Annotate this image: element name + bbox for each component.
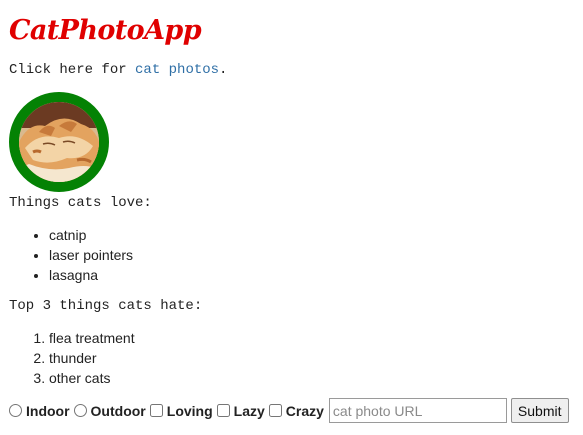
list-item: other cats xyxy=(49,368,135,388)
outdoor-option[interactable]: Outdoor xyxy=(73,402,146,419)
lazy-label: Lazy xyxy=(233,402,265,419)
page-title: CatPhotoApp xyxy=(9,15,202,46)
lazy-checkbox[interactable] xyxy=(216,404,230,417)
list-item: laser pointers xyxy=(49,245,133,265)
indoor-label: Indoor xyxy=(26,402,70,419)
intro-text: Click here for cat photos. xyxy=(9,61,227,79)
loves-heading: Things cats love: xyxy=(9,195,152,211)
crazy-label: Crazy xyxy=(285,402,324,419)
loving-option[interactable]: Loving xyxy=(149,402,213,419)
indoor-option[interactable]: Indoor xyxy=(9,403,70,419)
indoor-radio[interactable] xyxy=(9,404,22,417)
cat-photo-image xyxy=(19,102,99,182)
intro-suffix: . xyxy=(219,62,228,78)
outdoor-label: Outdoor xyxy=(90,402,146,419)
hates-heading: Top 3 things cats hate: xyxy=(9,298,203,314)
page: CatPhotoApp Click here for cat photos. T… xyxy=(0,0,583,435)
loving-label: Loving xyxy=(166,402,213,419)
list-item: catnip xyxy=(49,225,133,245)
cat-photo-form: Indoor Outdoor Loving Lazy Crazy Submit xyxy=(9,398,569,423)
loves-list: catnip laser pointers lasagna xyxy=(9,225,133,285)
list-item: flea treatment xyxy=(49,328,135,348)
hates-list: flea treatment thunder other cats xyxy=(9,328,135,388)
list-item: lasagna xyxy=(49,265,133,285)
cat-photo-url-input[interactable] xyxy=(328,398,507,423)
loving-checkbox[interactable] xyxy=(149,404,163,417)
cat-photo[interactable] xyxy=(9,92,109,192)
outdoor-radio[interactable] xyxy=(73,404,87,417)
crazy-option[interactable]: Crazy xyxy=(268,402,324,419)
lazy-option[interactable]: Lazy xyxy=(216,402,265,419)
crazy-checkbox[interactable] xyxy=(268,404,282,417)
submit-button[interactable]: Submit xyxy=(510,398,569,423)
cat-photos-link[interactable]: cat photos xyxy=(135,62,219,78)
list-item: thunder xyxy=(49,348,135,368)
intro-prefix: Click here for xyxy=(9,62,136,78)
